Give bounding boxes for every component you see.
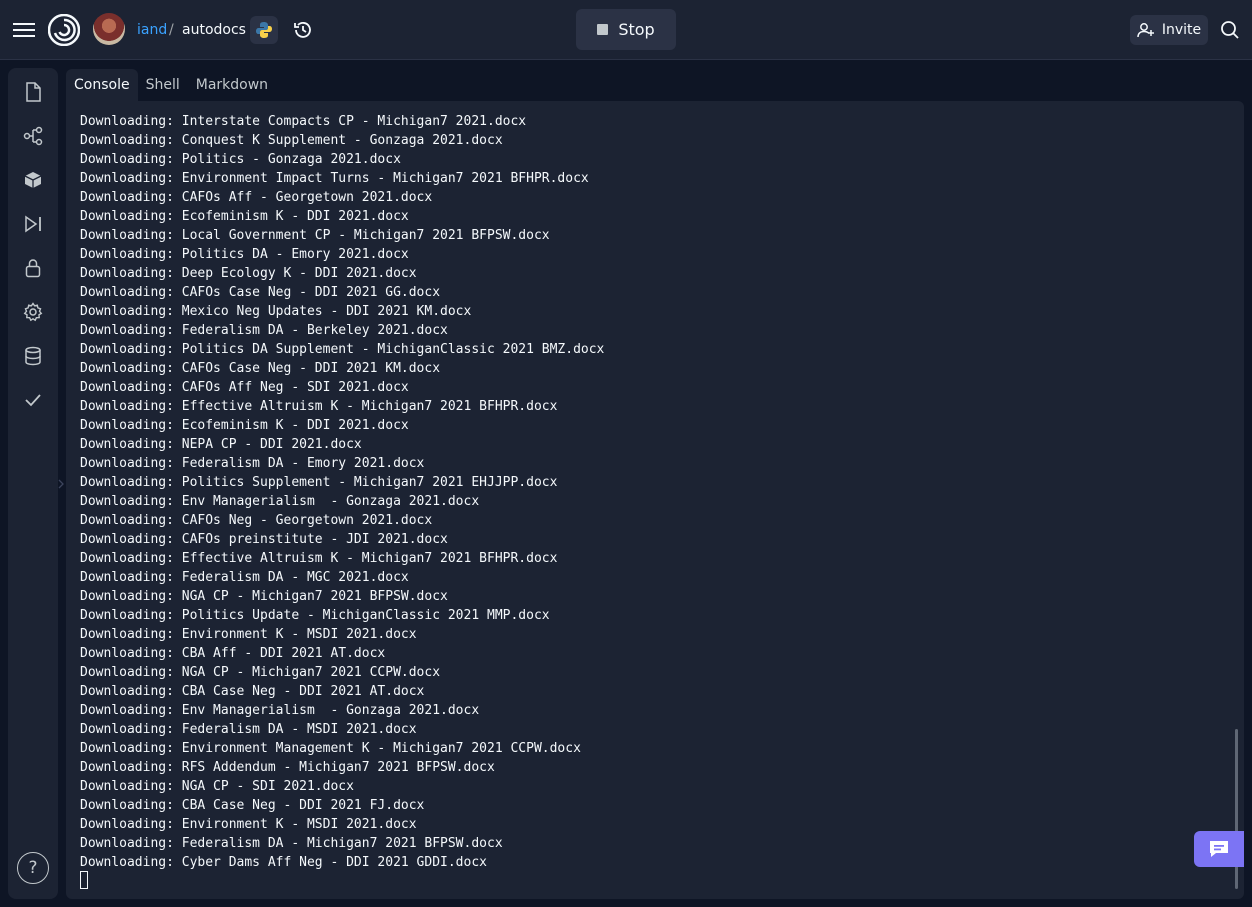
debugger-icon[interactable] [19,210,47,238]
chevron-right-icon[interactable] [56,476,66,492]
console-line: Downloading: NGA CP - SDI 2021.docx [80,779,354,794]
version-control-icon[interactable] [19,122,47,150]
console-line: Downloading: CAFOs preinstitute - JDI 20… [80,532,448,547]
console-line: Downloading: Effective Altruism K - Mich… [80,551,558,566]
tab-console[interactable]: Console [66,69,138,101]
console-line: Downloading: Env Managerialism - Gonzaga… [80,494,480,509]
console-line: Downloading: Environment Impact Turns - … [80,171,589,186]
console-line: Downloading: Federalism DA - Michigan7 2… [80,836,503,851]
console-line: Downloading: Ecofeminism K - DDI 2021.do… [80,418,409,433]
console-line: Downloading: RFS Addendum - Michigan7 20… [80,760,495,775]
console-line: Downloading: NEPA CP - DDI 2021.docx [80,437,362,452]
help-button[interactable]: ? [17,852,49,884]
console-line: Downloading: Mexico Neg Updates - DDI 20… [80,304,472,319]
console-line: Downloading: Politics DA Supplement - Mi… [80,342,605,357]
console-output: Downloading: Interstate Compacts CP - Mi… [80,112,1220,872]
console-line: Downloading: Effective Altruism K - Mich… [80,399,558,414]
stop-button[interactable]: Stop [576,9,676,50]
console-line: Downloading: Environment Management K - … [80,741,581,756]
console-line: Downloading: Environment K - MSDI 2021.d… [80,627,417,642]
console-line: Downloading: Federalism DA - MGC 2021.do… [80,570,409,585]
console-line: Downloading: Politics Update - MichiganC… [80,608,550,623]
tab-shell[interactable]: Shell [138,69,188,101]
console-line: Downloading: Environment K - MSDI 2021.d… [80,817,417,832]
history-icon[interactable] [289,16,317,44]
avatar[interactable] [93,13,125,45]
console-line: Downloading: Local Government CP - Michi… [80,228,550,243]
top-bar: iand / autodocs Stop Invite [0,0,1252,60]
tests-icon[interactable] [19,386,47,414]
files-icon[interactable] [19,78,47,106]
console-line: Downloading: Ecofeminism K - DDI 2021.do… [80,209,409,224]
console-line: Downloading: CAFOs Neg - Georgetown 2021… [80,513,433,528]
pane-tabs: Console Shell Markdown [66,69,276,101]
tab-markdown[interactable]: Markdown [188,69,276,101]
console-line: Downloading: Interstate Compacts CP - Mi… [80,114,527,129]
invite-button[interactable]: Invite [1130,15,1208,45]
invite-label: Invite [1161,22,1202,38]
console-line: Downloading: CAFOs Aff - Georgetown 2021… [80,190,433,205]
console-line: Downloading: Politics - Gonzaga 2021.doc… [80,152,401,167]
chat-button[interactable] [1194,831,1244,867]
console-line: Downloading: CBA Aff - DDI 2021 AT.docx [80,646,386,661]
python-icon[interactable] [250,16,278,44]
search-icon[interactable] [1217,17,1243,43]
console-line: Downloading: Env Managerialism - Gonzaga… [80,703,480,718]
console-line: Downloading: Politics Supplement - Michi… [80,475,558,490]
console-line: Downloading: Federalism DA - Berkeley 20… [80,323,448,338]
console-line: Downloading: Federalism DA - Emory 2021.… [80,456,425,471]
repl-name[interactable]: autodocs [182,20,246,40]
breadcrumb-separator: / [169,22,174,38]
console-line: Downloading: CAFOs Case Neg - DDI 2021 K… [80,361,441,376]
secrets-icon[interactable] [19,254,47,282]
console-line: Downloading: Federalism DA - MSDI 2021.d… [80,722,417,737]
console-line: Downloading: NGA CP - Michigan7 2021 BFP… [80,589,448,604]
console-line: Downloading: Conquest K Supplement - Gon… [80,133,503,148]
tool-sidebar: ? [8,68,58,899]
console-line: Downloading: CBA Case Neg - DDI 2021 AT.… [80,684,425,699]
packages-icon[interactable] [19,166,47,194]
chat-icon [1210,841,1228,857]
database-icon[interactable] [19,342,47,370]
console-line: Downloading: Deep Ecology K - DDI 2021.d… [80,266,417,281]
console-line: Downloading: CAFOs Aff Neg - SDI 2021.do… [80,380,409,395]
settings-icon[interactable] [19,298,47,326]
console-line: Downloading: Politics DA - Emory 2021.do… [80,247,409,262]
menu-icon[interactable] [10,16,38,44]
console-line: Downloading: Cyber Dams Aff Neg - DDI 20… [80,855,487,870]
stop-label: Stop [618,20,655,39]
console-line: Downloading: CAFOs Case Neg - DDI 2021 G… [80,285,441,300]
console-panel[interactable]: Downloading: Interstate Compacts CP - Mi… [66,101,1244,899]
console-line: Downloading: NGA CP - Michigan7 2021 CCP… [80,665,441,680]
terminal-cursor [80,871,88,889]
console-line: Downloading: CBA Case Neg - DDI 2021 FJ.… [80,798,425,813]
stop-icon [597,24,609,35]
owner-link[interactable]: iand [137,20,167,40]
replit-logo-icon[interactable] [47,13,81,47]
invite-user-icon [1137,23,1154,38]
